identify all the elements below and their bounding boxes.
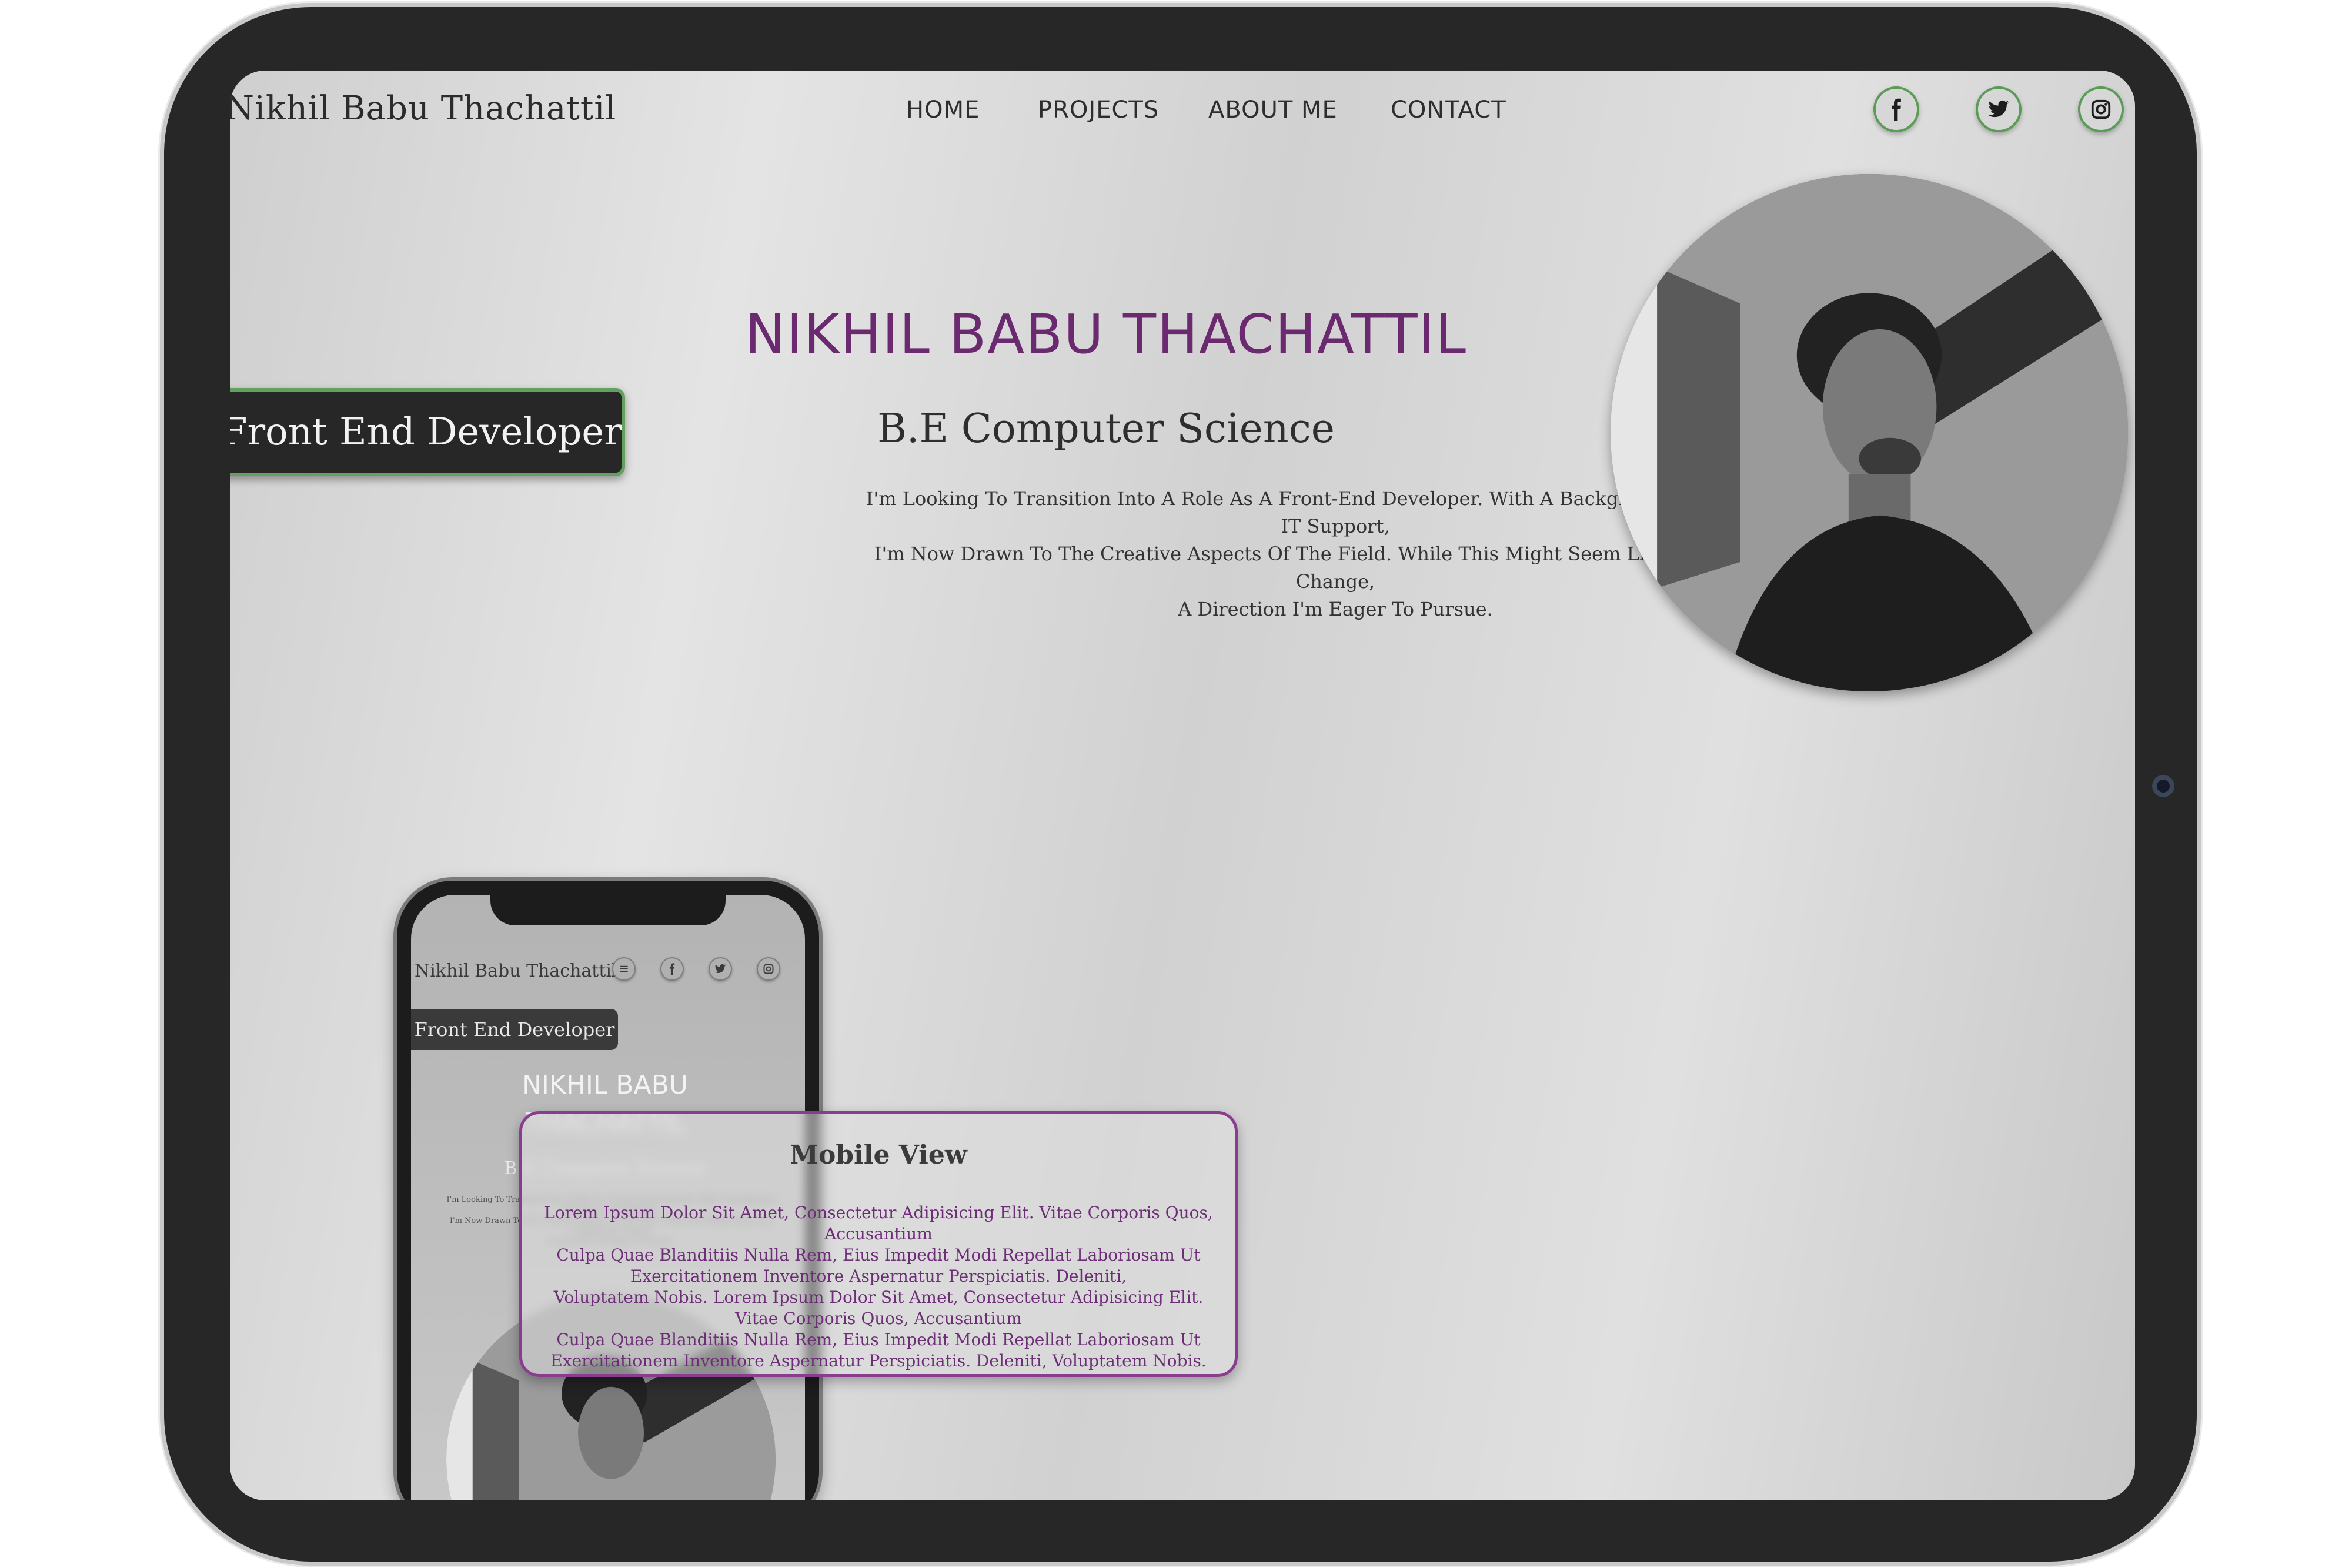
instagram-icon [2091, 99, 2111, 119]
twitter-icon [1988, 100, 2009, 118]
mobile-view-line: Exercitationem Inventore Aspernatur Pers… [630, 1266, 1127, 1286]
mobile-brand: Nikhil Babu Thachattil [415, 961, 617, 981]
hero-description-line: A Direction I'm Eager To Pursue. [1178, 598, 1493, 620]
mobile-view-text: Lorem Ipsum Dolor Sit Amet, Consectetur … [540, 1202, 1217, 1372]
twitter-button[interactable] [1976, 86, 2022, 132]
facebook-icon [660, 957, 684, 981]
mobile-view-title: Mobile View [790, 1140, 967, 1170]
main-nav: HOME PROJECTS ABOUT ME CONTACT [230, 96, 2135, 132]
mobile-title-line: NIKHIL BABU [522, 1070, 688, 1100]
camera-dot [2152, 775, 2174, 797]
facebook-button[interactable] [1873, 86, 1919, 132]
facebook-icon [1892, 98, 1901, 121]
twitter-icon [709, 957, 732, 981]
nav-home[interactable]: HOME [906, 96, 980, 123]
nav-projects[interactable]: PROJECTS [1038, 96, 1159, 123]
mobile-view-card: Mobile View Lorem Ipsum Dolor Sit Amet, … [519, 1111, 1238, 1377]
instagram-icon [757, 957, 780, 981]
mobile-view-line: Culpa Quae Blanditiis Nulla Rem, Eius Im… [556, 1330, 1201, 1349]
nav-contact[interactable]: CONTACT [1391, 96, 1506, 123]
mobile-role-badge: Front End Developer [411, 1009, 618, 1050]
mobile-view-line: Voluptatem Nobis. Lorem Ipsum Dolor Sit … [553, 1288, 1204, 1307]
profile-photo [1611, 174, 2128, 691]
mobile-view-line: Culpa Quae Blanditiis Nulla Rem, Eius Im… [556, 1245, 1201, 1265]
instagram-button[interactable] [2078, 86, 2124, 132]
mobile-view-line: Exercitationem Inventore Aspernatur Pers… [550, 1351, 1207, 1370]
nav-about-me[interactable]: ABOUT ME [1208, 96, 1338, 123]
mobile-view-line: Vitae Corporis Quos, Accusantium [735, 1309, 1022, 1328]
menu-icon [612, 957, 636, 981]
phone-notch [490, 895, 726, 925]
tablet-screen: Nikhil Babu Thachattil HOME PROJECTS ABO… [230, 71, 2135, 1500]
mobile-view-line: Lorem Ipsum Dolor Sit Amet, Consectetur … [544, 1203, 1213, 1243]
